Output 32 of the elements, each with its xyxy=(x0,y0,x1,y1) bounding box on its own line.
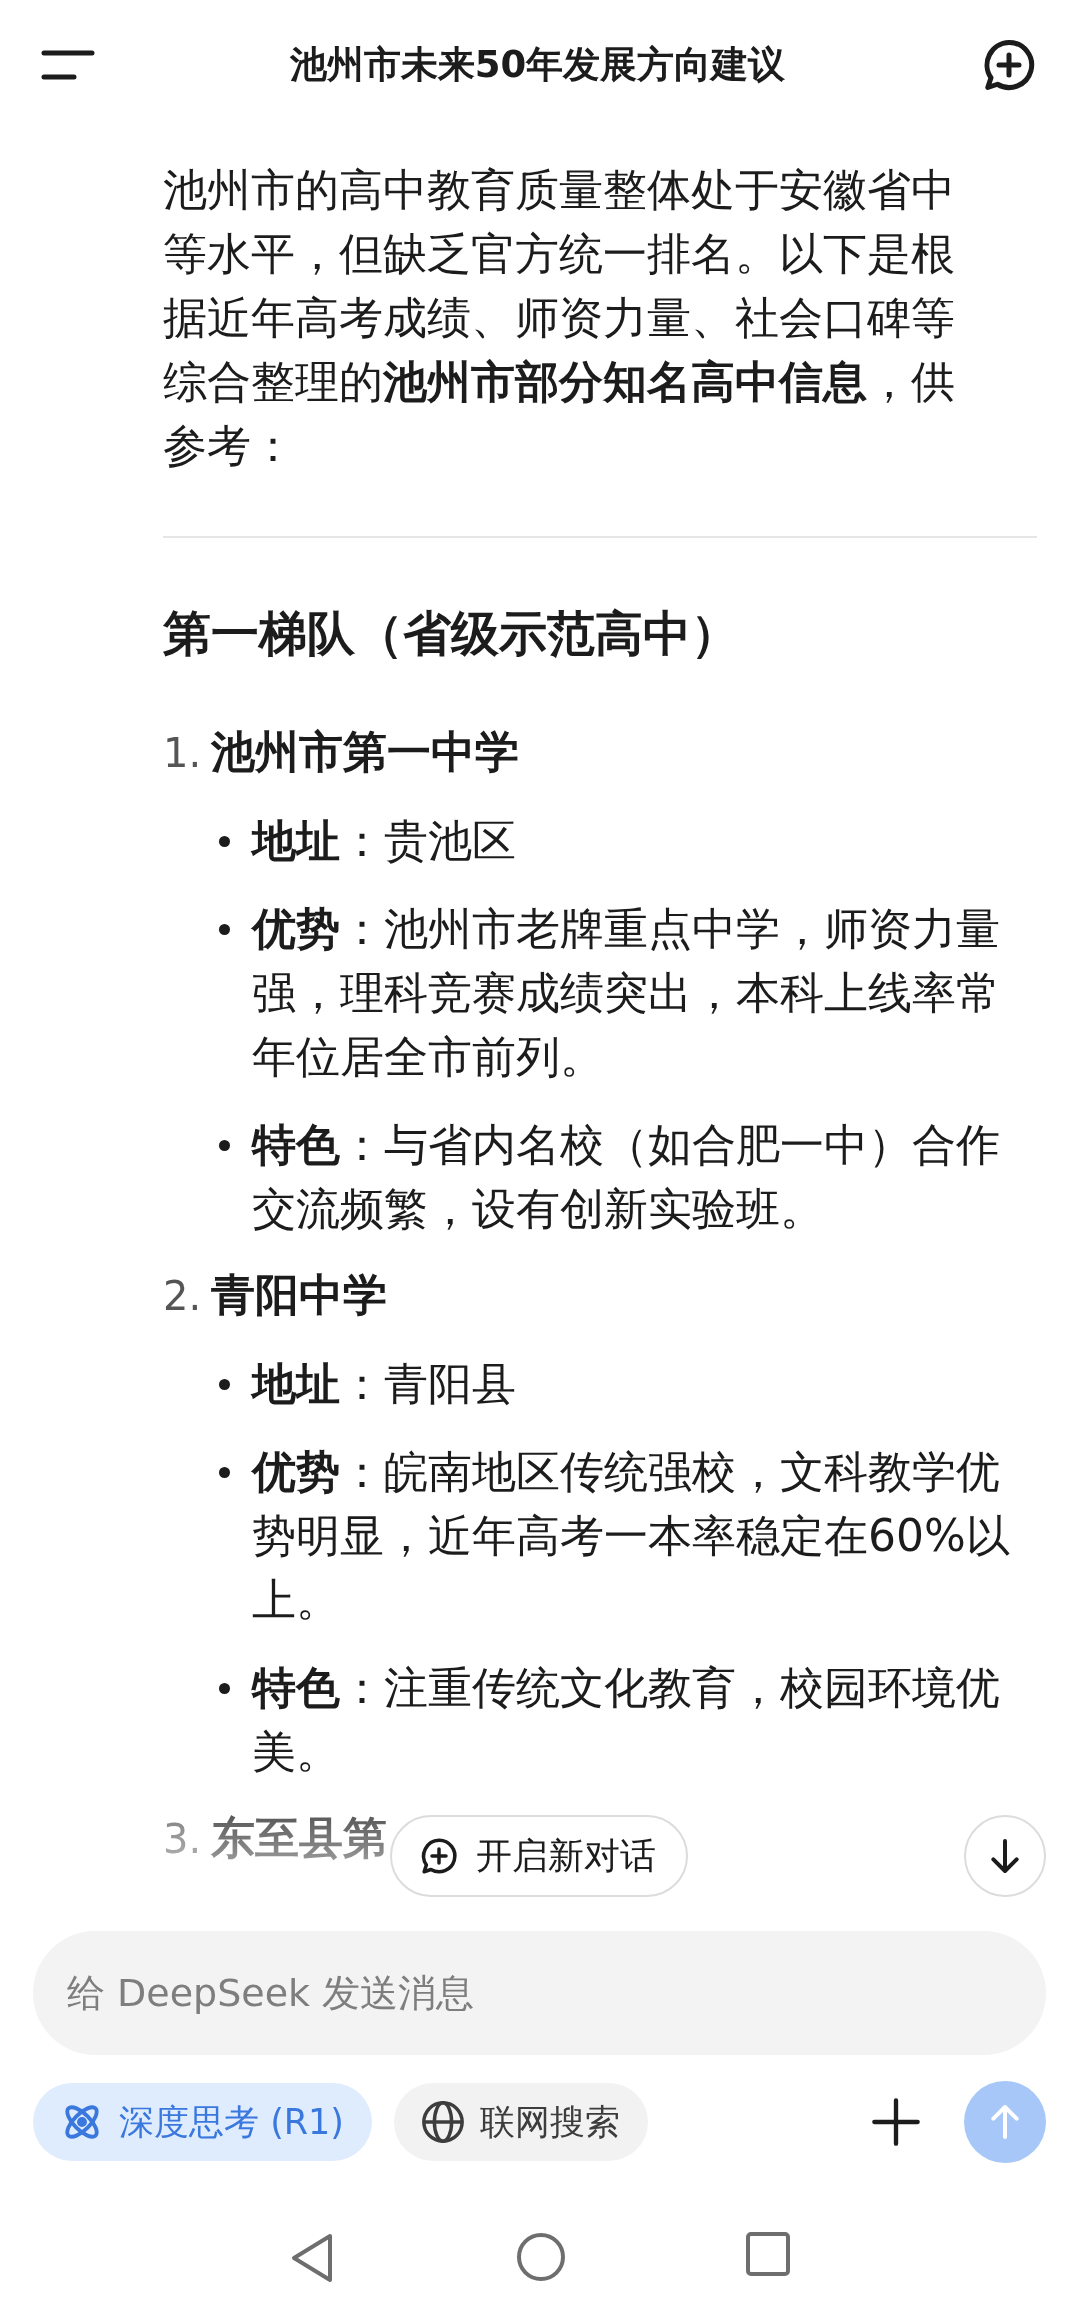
circle-icon xyxy=(515,2232,566,2282)
school-name: 青阳中学 xyxy=(211,1268,388,1322)
intro-paragraph: 池州市的高中教育质量整体处于安徽省中等水平，但缺乏官方统一排名。以下是根据近年高考成绩、师资力量、社会口碑等综合整理的池州市部分知名高中信息，供参考： xyxy=(163,163,956,473)
web-search-toggle[interactable]: 联网搜索 xyxy=(394,2083,649,2161)
section-heading: 第一梯队（省级示范高中） xyxy=(163,604,740,663)
square-icon xyxy=(745,2232,790,2276)
detail-text: 特色：与省内名校（如合肥一中）合作交流频繁，设有创新实验班。 xyxy=(252,1118,1001,1236)
bullet-icon xyxy=(219,924,230,935)
bullet-icon xyxy=(219,1379,230,1390)
plus-icon xyxy=(870,2096,922,2148)
globe-icon xyxy=(420,2099,467,2145)
detail-text: 地址：贵池区 xyxy=(252,814,517,868)
home-button[interactable] xyxy=(515,2232,566,2282)
attach-button[interactable] xyxy=(870,2096,922,2148)
detail-text: 特色：注重传统文化教育，校园环境优美。 xyxy=(252,1661,1001,1779)
deep-think-toggle[interactable]: 深度思考 (R1) xyxy=(33,2083,373,2161)
bullet-icon xyxy=(219,1683,230,1694)
list-number: 2. xyxy=(163,1272,202,1321)
detail-text: 地址：青阳县 xyxy=(252,1357,517,1411)
school-name: 东至县第 xyxy=(211,1811,388,1865)
recents-button[interactable] xyxy=(745,2232,790,2276)
bullet-icon xyxy=(219,1467,230,1478)
bullet-icon xyxy=(219,1140,230,1151)
detail-text: 优势：皖南地区传统强校，文科教学优势明显，近年高考一本率稳定在60%以上。 xyxy=(252,1445,1010,1627)
school-name: 池州市第一中学 xyxy=(211,725,520,779)
list-number: 1. xyxy=(163,729,202,778)
list-number: 3. xyxy=(163,1815,202,1864)
bullet-icon xyxy=(219,836,230,847)
chat-title: 池州市未来50年发展方向建议 xyxy=(289,42,786,88)
message-input-field[interactable]: 给 DeepSeek 发送消息 xyxy=(33,1931,1046,2055)
detail-text: 优势：池州市老牌重点中学，师资力量强，理科竞赛成绩突出，本科上线率常年位居全市前列。 xyxy=(252,902,1001,1084)
new-chat-pill-button[interactable]: 开启新对话 xyxy=(390,1815,688,1897)
